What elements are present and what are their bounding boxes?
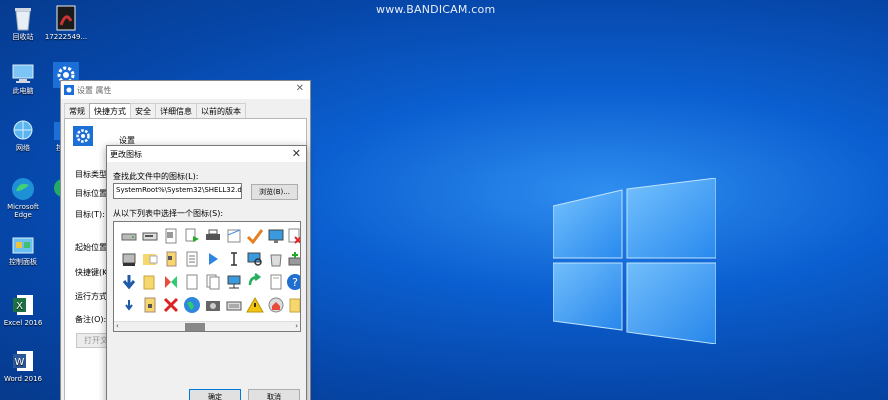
browse-button[interactable]: 浏览(B)...: [251, 184, 298, 200]
device-icon[interactable]: [120, 250, 138, 268]
document-page-icon[interactable]: [267, 273, 285, 291]
svg-text:W: W: [15, 357, 25, 368]
warning-icon[interactable]: [246, 296, 264, 314]
scroll-left-icon[interactable]: ‹: [116, 322, 119, 331]
windows-logo: [553, 178, 716, 344]
help-icon[interactable]: ?: [286, 273, 301, 291]
delete-x-icon[interactable]: [162, 296, 180, 314]
bandicam-watermark: www.BANDICAM.com: [376, 3, 496, 16]
properties-close-icon[interactable]: ✕: [296, 83, 304, 94]
edge-icon: [12, 178, 34, 200]
media-folder-icon[interactable]: [141, 250, 159, 268]
trash-icon[interactable]: [267, 250, 285, 268]
play-icon[interactable]: [204, 250, 222, 268]
image-file-icon: [56, 5, 76, 31]
delete-document-icon[interactable]: [286, 227, 301, 245]
small-download-icon[interactable]: [120, 296, 138, 314]
disk-drive-icon[interactable]: [141, 227, 159, 245]
ok-button[interactable]: 确定: [189, 389, 241, 400]
icon-file-path-input[interactable]: SystemRoot%\System32\SHELL32.dll: [113, 183, 242, 199]
text-cursor-icon[interactable]: [225, 250, 243, 268]
recycle-bin-icon: [15, 8, 31, 31]
copy-document-icon[interactable]: [204, 273, 222, 291]
desktop-control-panel[interactable]: 控制面板: [0, 236, 46, 266]
settings-app-icon: [73, 126, 93, 146]
folder-icon[interactable]: [141, 273, 159, 291]
word-icon: W: [13, 351, 33, 371]
copy-file-icon[interactable]: [183, 227, 201, 245]
window-icon[interactable]: [225, 227, 243, 245]
document-icon[interactable]: [162, 227, 180, 245]
text-document-icon[interactable]: [183, 250, 201, 268]
settings-small-icon: [64, 85, 74, 95]
locked-folder-icon[interactable]: [141, 296, 159, 314]
icon-list-scrollbar[interactable]: ‹ ›: [114, 321, 300, 331]
tab-security[interactable]: 安全: [130, 103, 156, 118]
comment-label: 备注(O):: [75, 315, 107, 324]
target-label: 目标(T):: [75, 210, 105, 219]
desktop-recycle-bin[interactable]: 回收站: [0, 5, 46, 41]
svg-text:?: ?: [292, 276, 298, 289]
scrollbar-thumb[interactable]: [185, 323, 205, 331]
desktop-word[interactable]: W Word 2016: [0, 349, 46, 383]
globe-icon[interactable]: [183, 296, 201, 314]
home-network-icon[interactable]: [267, 296, 285, 314]
tab-general[interactable]: 常规: [64, 103, 90, 118]
control-panel-icon: [12, 237, 34, 254]
network-device-icon[interactable]: [286, 250, 301, 268]
change-icon-close-icon[interactable]: ✕: [292, 147, 301, 160]
search-computer-icon[interactable]: [246, 250, 264, 268]
monitor-icon[interactable]: [267, 227, 285, 245]
tab-shortcut[interactable]: 快捷方式: [89, 103, 131, 119]
desktop-image-file[interactable]: 17222549...: [43, 5, 89, 41]
checkmark-icon[interactable]: [246, 227, 264, 245]
blank-document-icon[interactable]: [183, 273, 201, 291]
properties-title: 设置 属性: [77, 85, 112, 95]
network-drive-icon[interactable]: [225, 273, 243, 291]
change-icon-dialog: 更改图标 ✕ 查找此文件中的图标(L): SystemRoot%\System3…: [106, 145, 307, 400]
camera-icon[interactable]: [204, 296, 222, 314]
butterfly-icon[interactable]: [162, 273, 180, 291]
svg-text:X: X: [16, 301, 23, 312]
cancel-button[interactable]: 取消: [248, 389, 300, 400]
desktop-excel[interactable]: X Excel 2016: [0, 293, 46, 327]
change-icon-title: 更改图标: [107, 146, 306, 162]
target-type-label: 目标类型:: [75, 170, 110, 179]
drive-icon[interactable]: [120, 227, 138, 245]
tab-details[interactable]: 详细信息: [155, 103, 197, 118]
keyboard-icon[interactable]: [225, 296, 243, 314]
computer-icon: [12, 64, 34, 83]
tab-previous-versions[interactable]: 以前的版本: [196, 103, 246, 118]
properties-titlebar: 设置 属性: [61, 81, 310, 99]
properties-tabs: 常规 快捷方式 安全 详细信息 以前的版本: [64, 103, 246, 119]
select-icon-label: 从以下列表中选择一个图标(S):: [113, 209, 224, 218]
download-arrow-icon[interactable]: [120, 273, 138, 291]
network-icon: [13, 120, 33, 140]
excel-icon: X: [13, 295, 33, 315]
target-location-label: 目标位置:: [75, 189, 110, 198]
desktop-this-pc[interactable]: 此电脑: [0, 63, 46, 95]
program-folder-icon[interactable]: [162, 250, 180, 268]
printer-icon[interactable]: [204, 227, 222, 245]
find-icons-label: 查找此文件中的图标(L):: [113, 172, 199, 181]
scroll-right-icon[interactable]: ›: [295, 322, 298, 331]
yellow-folder-icon[interactable]: [286, 296, 301, 314]
refresh-arrow-icon[interactable]: [246, 273, 264, 291]
icon-list[interactable]: ? ‹ ›: [113, 221, 301, 332]
